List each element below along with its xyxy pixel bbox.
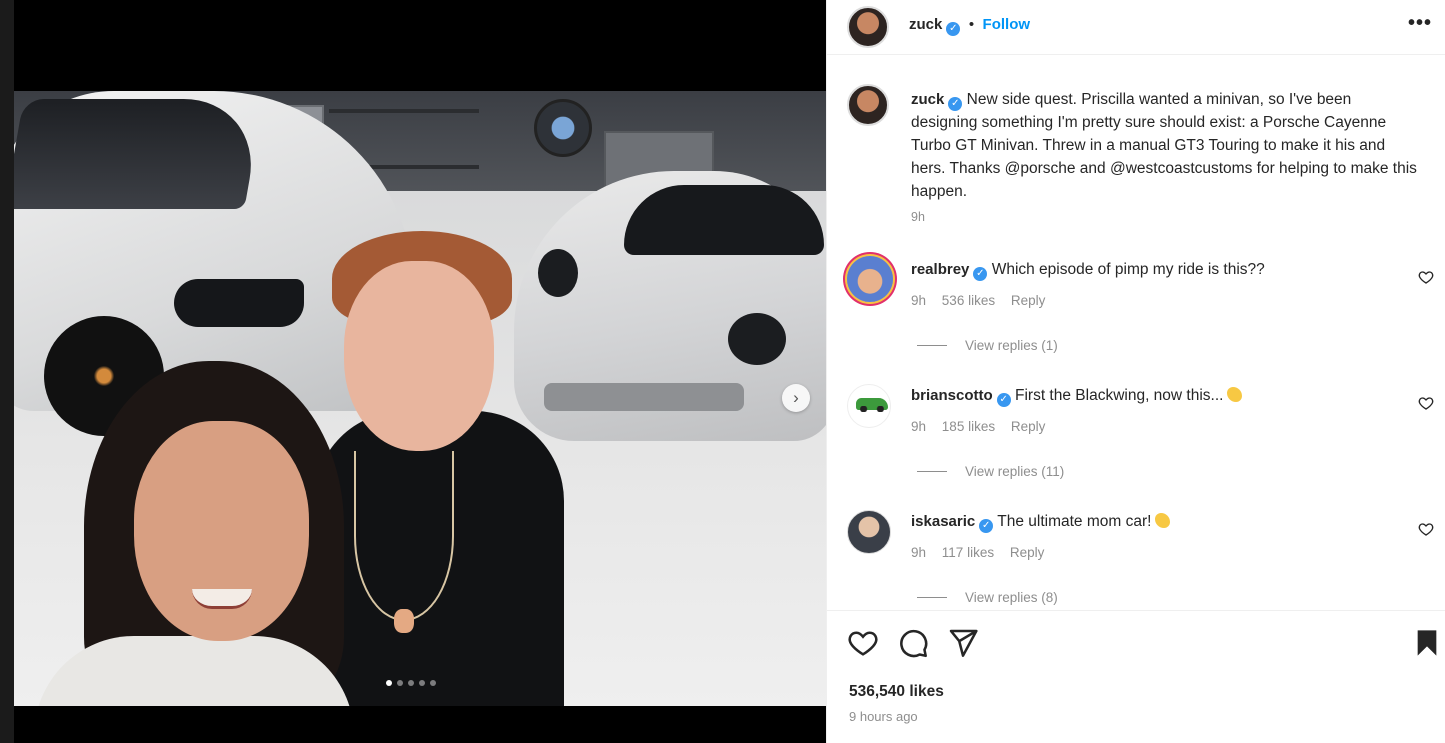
reply-button[interactable]: Reply xyxy=(1011,419,1046,434)
comment-item: realbrey ✓ Which episode of pimp my ride … xyxy=(827,256,1445,381)
verified-badge-icon: ✓ xyxy=(979,519,994,533)
reply-button[interactable]: Reply xyxy=(1011,293,1046,308)
verified-badge-icon: ✓ xyxy=(946,22,961,36)
view-replies-button[interactable]: View replies (11) xyxy=(917,464,1064,479)
caption-text: New side quest. Priscilla wanted a miniv… xyxy=(911,91,1417,200)
comment-likes[interactable]: 185 likes xyxy=(942,419,995,434)
pendant xyxy=(394,609,414,633)
caption-username[interactable]: zuck xyxy=(911,91,944,108)
garage-fan xyxy=(534,99,592,157)
comment-time: 9h xyxy=(911,419,927,434)
clapping-hands-icon xyxy=(1155,513,1171,528)
heart-icon[interactable] xyxy=(1418,269,1434,285)
comment-likes[interactable]: 536 likes xyxy=(942,293,995,308)
comment-meta: 9h 185 likes Reply xyxy=(911,419,1057,434)
caption-timestamp: 9h xyxy=(911,210,925,224)
comment-meta: 9h 536 likes Reply xyxy=(911,293,1057,308)
post-header: zuck ✓ • Follow ••• xyxy=(827,0,1445,55)
backdrop-edge xyxy=(0,0,14,743)
carousel-next-button[interactable]: › xyxy=(782,384,810,412)
commenter-username[interactable]: iskasaric xyxy=(911,513,975,530)
commenter-avatar[interactable] xyxy=(847,256,893,302)
media-pane: › xyxy=(0,0,826,743)
cayenne-headlight xyxy=(174,279,304,327)
carousel-dot[interactable] xyxy=(419,680,425,686)
view-replies-button[interactable]: View replies (8) xyxy=(917,590,1058,605)
comment-icon[interactable] xyxy=(897,627,929,659)
author-username[interactable]: zuck xyxy=(909,16,942,33)
comment-item: brianscotto ✓ First the Blackwing, now th… xyxy=(827,384,1445,507)
clapping-hands-icon xyxy=(1227,387,1243,402)
carousel-dot[interactable] xyxy=(408,680,414,686)
comment-time: 9h xyxy=(911,545,927,560)
comment-body: brianscotto ✓ First the Blackwing, now th… xyxy=(911,387,1243,407)
comment-likes[interactable]: 117 likes xyxy=(942,545,994,560)
caption: zuck ✓ New side quest. Priscilla wanted a… xyxy=(911,88,1421,203)
verified-badge-icon: ✓ xyxy=(973,267,988,281)
gt3-windshield xyxy=(624,185,824,255)
author-line: zuck ✓ • Follow xyxy=(909,16,1030,36)
comment-text: Which episode of pimp my ride is this?? xyxy=(991,261,1265,278)
more-options-icon[interactable]: ••• xyxy=(1408,12,1432,35)
chevron-right-icon: › xyxy=(793,388,799,407)
bookmark-icon[interactable] xyxy=(1411,627,1443,659)
comment-meta: 9h 117 likes Reply xyxy=(911,545,1056,560)
heart-icon[interactable] xyxy=(1418,395,1434,411)
verified-badge-icon: ✓ xyxy=(948,97,963,111)
comment-text: The ultimate mom car! xyxy=(997,513,1152,530)
commenter-avatar[interactable] xyxy=(847,510,891,554)
gt3-headlight-left xyxy=(538,249,578,297)
gt3-bumper xyxy=(544,383,744,411)
carousel-dots xyxy=(386,680,436,686)
comment-text: First the Blackwing, now this... xyxy=(1015,387,1224,404)
car-avatar-icon xyxy=(856,398,888,412)
comment-body: iskasaric ✓ The ultimate mom car! xyxy=(911,513,1171,533)
commenter-username[interactable]: realbrey xyxy=(911,261,969,278)
heart-icon[interactable] xyxy=(847,627,879,659)
heart-icon[interactable] xyxy=(1418,521,1434,537)
carousel-dot[interactable] xyxy=(430,680,436,686)
verified-badge-icon: ✓ xyxy=(996,393,1011,407)
send-icon[interactable] xyxy=(947,627,979,659)
commenter-username[interactable]: brianscotto xyxy=(911,387,993,404)
author-avatar[interactable] xyxy=(847,6,889,48)
comment-time: 9h xyxy=(911,293,927,308)
commenter-avatar[interactable] xyxy=(847,384,891,428)
likes-count[interactable]: 536,540 likes xyxy=(849,683,944,701)
post-actions: 536,540 likes 9 hours ago xyxy=(827,610,1445,743)
man-face xyxy=(344,261,494,451)
reply-button[interactable]: Reply xyxy=(1010,545,1045,560)
follow-separator: • xyxy=(968,16,975,33)
gt3-headlight-right xyxy=(728,313,786,365)
post-sidebar: zuck ✓ • Follow ••• zuck ✓ New side quest.… xyxy=(826,0,1445,743)
cayenne-windshield xyxy=(14,99,264,209)
follow-button[interactable]: Follow xyxy=(983,16,1031,33)
post-timestamp: 9 hours ago xyxy=(849,709,918,724)
comment-body: realbrey ✓ Which episode of pimp my ride … xyxy=(911,261,1265,281)
carousel-dot[interactable] xyxy=(397,680,403,686)
caption-avatar[interactable] xyxy=(847,84,889,126)
necklace xyxy=(354,451,454,621)
post-photo[interactable] xyxy=(14,91,826,706)
view-replies-button[interactable]: View replies (1) xyxy=(917,338,1058,353)
carousel-dot[interactable] xyxy=(386,680,392,686)
